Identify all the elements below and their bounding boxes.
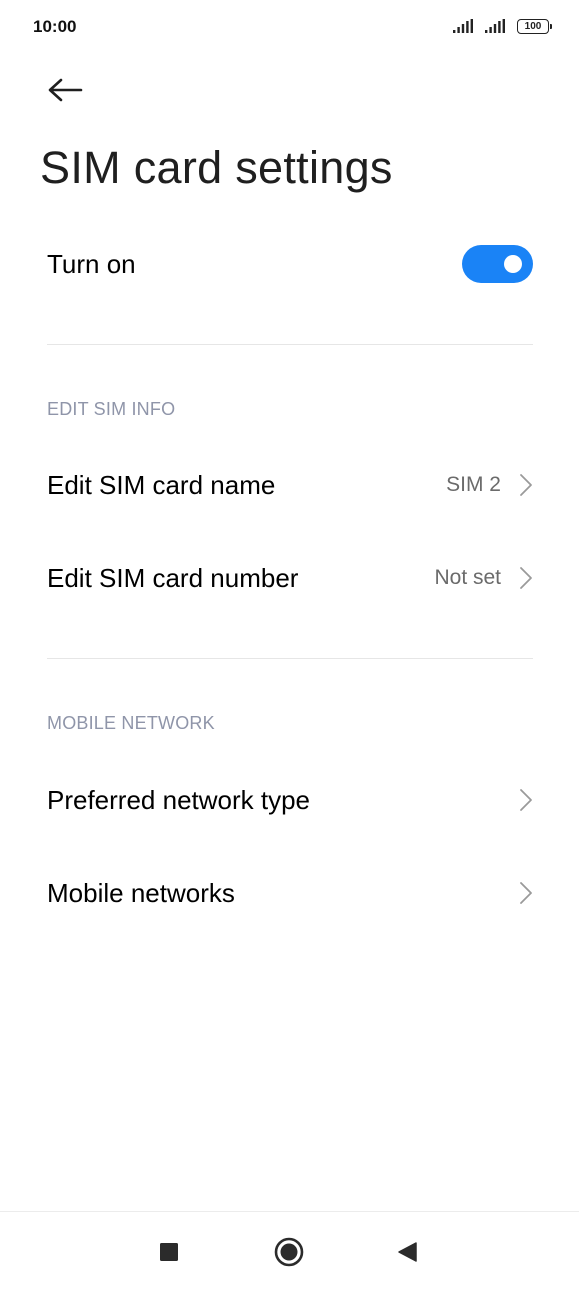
edit-sim-card-number-row[interactable]: Edit SIM card number Not set bbox=[47, 548, 533, 608]
back-button[interactable] bbox=[40, 70, 90, 110]
battery-icon: 100 bbox=[517, 19, 552, 34]
square-icon bbox=[160, 1243, 178, 1261]
mobile-networks-label: Mobile networks bbox=[47, 877, 235, 908]
section-header-edit-sim-info: EDIT SIM INFO bbox=[47, 399, 176, 419]
chevron-right-icon bbox=[520, 567, 532, 589]
page-title: SIM card settings bbox=[40, 142, 393, 193]
home-button[interactable] bbox=[269, 1234, 309, 1270]
turn-on-label: Turn on bbox=[47, 248, 136, 279]
status-time: 10:00 bbox=[33, 17, 77, 36]
toggle-knob bbox=[504, 255, 522, 273]
status-bar: 10:00 100 bbox=[0, 0, 579, 56]
system-back-button[interactable] bbox=[387, 1234, 427, 1270]
turn-on-row[interactable]: Turn on bbox=[47, 234, 533, 294]
edit-sim-card-name-row[interactable]: Edit SIM card name SIM 2 bbox=[47, 455, 533, 515]
divider bbox=[47, 658, 533, 659]
section-header-mobile-network: MOBILE NETWORK bbox=[47, 713, 215, 733]
status-icons: 100 bbox=[453, 19, 552, 34]
chevron-right-icon bbox=[520, 474, 532, 496]
edit-sim-card-number-label: Edit SIM card number bbox=[47, 562, 299, 593]
preferred-network-type-label: Preferred network type bbox=[47, 784, 311, 815]
sim-card-number-value: Not set bbox=[434, 566, 501, 589]
signal-icon bbox=[485, 19, 505, 33]
sim-card-name-value: SIM 2 bbox=[446, 473, 501, 496]
arrow-left-icon bbox=[48, 78, 83, 102]
chevron-right-icon bbox=[520, 882, 532, 904]
recents-button[interactable] bbox=[149, 1234, 189, 1270]
signal-icon bbox=[453, 19, 473, 33]
preferred-network-type-row[interactable]: Preferred network type bbox=[47, 770, 533, 830]
triangle-back-icon bbox=[398, 1242, 417, 1262]
sim-enable-toggle[interactable] bbox=[462, 245, 533, 283]
divider bbox=[47, 344, 533, 345]
mobile-networks-row[interactable]: Mobile networks bbox=[47, 863, 533, 923]
chevron-right-icon bbox=[520, 789, 532, 811]
circle-icon bbox=[274, 1237, 304, 1267]
battery-level: 100 bbox=[524, 20, 542, 32]
edit-sim-card-name-label: Edit SIM card name bbox=[47, 469, 276, 500]
navigation-bar bbox=[0, 1211, 579, 1289]
